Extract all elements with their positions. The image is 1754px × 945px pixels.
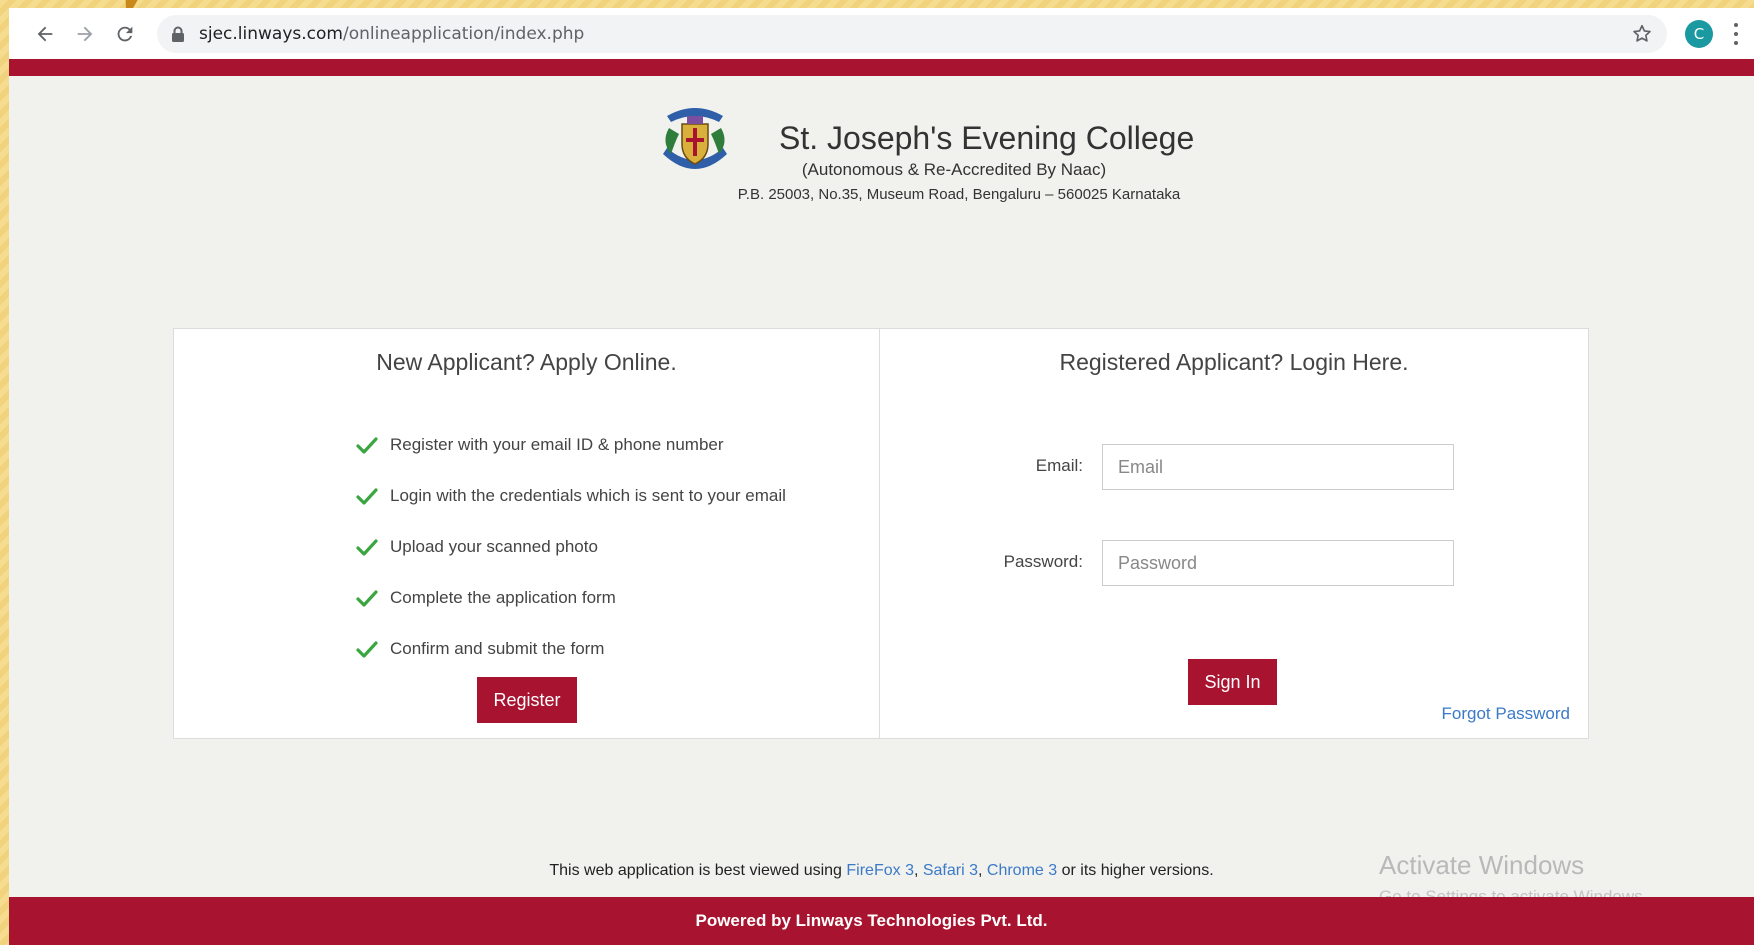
- note-suffix: or its higher versions.: [1057, 862, 1214, 879]
- list-item: Login with the credentials which is sent…: [356, 470, 786, 521]
- reload-icon[interactable]: [107, 16, 143, 52]
- list-item: Confirm and submit the form: [356, 623, 786, 674]
- note-separator: ,: [913, 862, 923, 879]
- url-host: sjec.linways.com: [199, 23, 343, 44]
- browser-screen: sjec.linways.com/onlineapplication/index…: [9, 8, 1754, 945]
- checkmark-icon: [356, 589, 378, 607]
- top-brand-band: [9, 59, 1754, 76]
- note-prefix: This web application is best viewed usin…: [549, 862, 847, 879]
- new-applicant-title: New Applicant? Apply Online.: [376, 349, 677, 375]
- college-name: St. Joseph's Evening College: [779, 120, 1195, 156]
- safari-link[interactable]: Safari 3: [923, 862, 978, 879]
- sign-in-button[interactable]: Sign In: [1188, 659, 1277, 705]
- step-text: Login with the credentials which is sent…: [390, 485, 786, 505]
- list-item: Register with your email ID & phone numb…: [356, 419, 786, 470]
- watermark-title: Activate Windows: [1379, 850, 1585, 880]
- email-label: Email:: [1035, 456, 1083, 475]
- login-panel: Registered Applicant? Login Here. Email:…: [880, 329, 1588, 738]
- password-field[interactable]: [1102, 540, 1454, 586]
- step-text: Register with your email ID & phone numb…: [390, 434, 724, 454]
- application-panels: New Applicant? Apply Online. Register wi…: [173, 328, 1589, 739]
- login-title: Registered Applicant? Login Here.: [1059, 349, 1409, 375]
- note-separator: ,: [978, 862, 987, 879]
- checkmark-icon: [356, 538, 378, 556]
- checkmark-icon: [356, 436, 378, 454]
- forgot-password-link[interactable]: Forgot Password: [1442, 704, 1571, 724]
- list-item: Upload your scanned photo: [356, 521, 786, 572]
- step-text: Confirm and submit the form: [390, 638, 605, 658]
- url-text: sjec.linways.com/onlineapplication/index…: [199, 24, 584, 44]
- back-arrow-icon[interactable]: [27, 16, 63, 52]
- url-path: /onlineapplication/index.php: [342, 23, 585, 44]
- email-row: Email:: [880, 444, 1588, 490]
- email-field[interactable]: [1102, 444, 1454, 490]
- firefox-link[interactable]: FireFox 3: [846, 862, 914, 879]
- address-bar[interactable]: sjec.linways.com/onlineapplication/index…: [157, 14, 1667, 53]
- checkmark-icon: [356, 487, 378, 505]
- kebab-menu-icon[interactable]: [1733, 22, 1739, 45]
- profile-avatar[interactable]: C: [1685, 19, 1713, 48]
- list-item: Complete the application form: [356, 572, 786, 623]
- star-icon[interactable]: [1631, 23, 1653, 45]
- college-address: P.B. 25003, No.35, Museum Road, Bengalur…: [737, 186, 1181, 203]
- forward-arrow-icon[interactable]: [67, 16, 103, 52]
- password-row: Password:: [880, 540, 1588, 586]
- college-header: St. Joseph's Evening College (Autonomous…: [9, 94, 1754, 204]
- college-crest-logo: [663, 108, 727, 169]
- footer-text: Powered by Linways Technologies Pvt. Ltd…: [695, 911, 1048, 930]
- new-applicant-panel: New Applicant? Apply Online. Register wi…: [174, 329, 880, 738]
- application-steps-list: Register with your email ID & phone numb…: [356, 419, 786, 674]
- checkmark-icon: [356, 640, 378, 658]
- college-subtitle: (Autonomous & Re-Accredited By Naac): [801, 160, 1107, 179]
- step-text: Complete the application form: [390, 587, 616, 607]
- lock-icon: [172, 26, 184, 42]
- footer: Powered by Linways Technologies Pvt. Ltd…: [9, 897, 1754, 945]
- browser-toolbar: sjec.linways.com/onlineapplication/index…: [9, 8, 1754, 59]
- password-label: Password:: [1003, 552, 1083, 571]
- chrome-link[interactable]: Chrome 3: [987, 862, 1057, 879]
- step-text: Upload your scanned photo: [390, 536, 598, 556]
- register-button[interactable]: Register: [477, 677, 577, 723]
